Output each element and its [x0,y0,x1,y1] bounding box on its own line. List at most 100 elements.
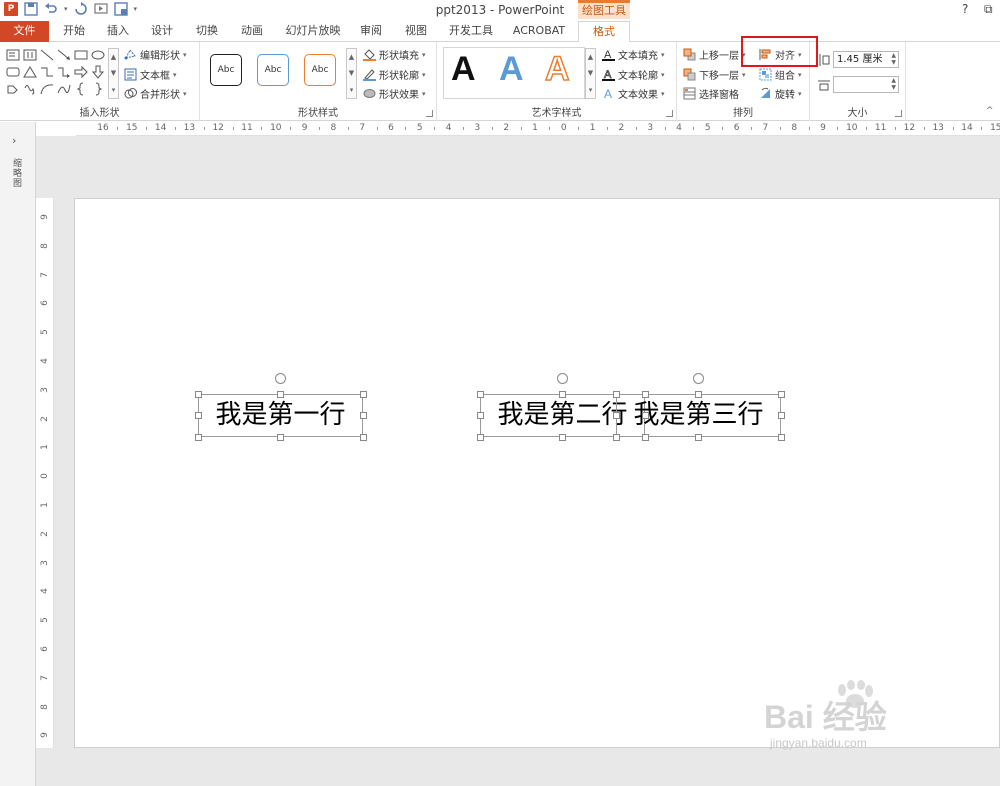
arc-shape-icon[interactable] [40,82,54,96]
right-arrow-shape-icon[interactable] [74,65,88,79]
elbow-connector-shape-icon[interactable] [40,65,54,79]
text-fill-button[interactable]: A 文本填充 ▾ [602,47,665,62]
resize-handle[interactable] [194,433,202,441]
wordart-dialog-launcher[interactable] [666,110,673,117]
shapes-gallery-scroll[interactable]: ▲ ▼ ▾ [108,48,119,99]
down-arrow-shape-icon[interactable] [91,65,105,79]
rotate-handle-icon[interactable] [693,373,704,384]
wordart-style-blue[interactable]: A [499,50,524,89]
text-box-button[interactable]: 文本框 ▾ [124,67,177,82]
expand-thumbnails-icon[interactable]: › [12,134,16,147]
resize-handle[interactable] [612,390,620,398]
tab-transitions[interactable]: 切换 [191,21,223,42]
edit-shape-button[interactable]: 编辑形状 ▾ [124,47,187,62]
shape-style-orange-outline[interactable]: Abc [304,54,336,86]
tab-home[interactable]: 开始 [58,21,90,42]
rounded-rect-shape-icon[interactable] [6,65,20,79]
arrow-line-shape-icon[interactable] [57,48,71,62]
resize-handle[interactable] [194,390,202,398]
resize-handle[interactable] [559,390,566,398]
merge-shapes-button[interactable]: 合并形状 ▾ [124,86,187,101]
resize-handle[interactable] [612,433,620,441]
tab-acrobat[interactable]: ACROBAT [508,21,570,42]
rotate-handle-icon[interactable] [557,373,568,384]
group-button[interactable]: 组合 ▾ [759,67,802,82]
shapes-gallery[interactable] [6,48,106,100]
resize-handle[interactable] [641,412,649,419]
shape-outline-button[interactable]: 形状轮廓 ▾ [363,67,426,82]
tab-review[interactable]: 审阅 [355,21,387,42]
left-brace-shape-icon[interactable] [74,82,88,96]
slide[interactable]: 我是第一行 我是第二行 我是第三行 [74,198,1000,748]
resize-handle[interactable] [777,412,785,419]
height-spinner[interactable]: ▲ ▼ [891,52,896,66]
line-shape-icon[interactable] [40,48,54,62]
resize-handle[interactable] [777,433,785,441]
resize-handle[interactable] [612,412,620,419]
tab-file[interactable]: 文件 [0,21,49,42]
resize-handle[interactable] [695,433,702,441]
tab-animations[interactable]: 动画 [236,21,268,42]
resize-handle[interactable] [476,412,484,419]
text-effects-button[interactable]: A 文本效果 ▾ [602,86,665,101]
resize-handle[interactable] [476,433,484,441]
shape-width-input[interactable]: ▲ ▼ [833,76,899,93]
resize-handle[interactable] [641,390,649,398]
resize-handle[interactable] [777,390,785,398]
tab-design[interactable]: 设计 [146,21,178,42]
resize-handle[interactable] [641,433,649,441]
scroll-down-icon[interactable]: ▼ [349,69,354,77]
shape-effects-button[interactable]: 形状效果 ▾ [363,86,426,101]
resize-handle[interactable] [359,412,367,419]
gallery-expand-icon[interactable]: ▾ [112,86,116,94]
triangle-shape-icon[interactable] [23,65,37,79]
tab-view[interactable]: 视图 [400,21,432,42]
scroll-up-icon[interactable]: ▲ [111,53,116,61]
help-button[interactable]: ? [962,2,968,16]
send-backward-button[interactable]: 下移一层 ▾ [683,67,746,82]
resize-handle[interactable] [194,412,202,419]
scroll-down-icon[interactable]: ▼ [588,69,593,77]
curve-shape-icon[interactable] [57,82,71,96]
gallery-expand-icon[interactable]: ▾ [589,86,593,94]
restore-ribbon-button[interactable]: ⧉ [984,2,993,17]
bring-forward-button[interactable]: 上移一层 ▾ [683,47,746,62]
scribble-shape-icon[interactable] [23,82,37,96]
tab-developer[interactable]: 开发工具 [446,21,496,42]
width-spinner[interactable]: ▲ ▼ [891,77,896,91]
vertical-textbox-shape-icon[interactable] [23,48,37,62]
rotate-handle-icon[interactable] [275,373,286,384]
textbox-1[interactable]: 我是第一行 [198,394,363,437]
tab-insert[interactable]: 插入 [102,21,134,42]
rectangle-shape-icon[interactable] [74,48,88,62]
resize-handle[interactable] [277,390,284,398]
shape-styles-gallery-scroll[interactable]: ▲ ▼ ▾ [346,48,357,99]
resize-handle[interactable] [277,433,284,441]
collapse-ribbon-icon[interactable]: ^ [986,106,994,116]
shape-fill-button[interactable]: 形状填充 ▾ [363,47,426,62]
textbox-shape-icon[interactable] [6,48,20,62]
elbow-arrow-shape-icon[interactable] [57,65,71,79]
wordart-style-orange-outline[interactable]: A [544,49,570,89]
text-outline-button[interactable]: A 文本轮廓 ▾ [602,67,665,82]
resize-handle[interactable] [559,433,566,441]
wordart-style-black[interactable]: A [451,50,476,89]
scroll-up-icon[interactable]: ▲ [588,53,593,61]
tab-slideshow[interactable]: 幻灯片放映 [283,21,343,42]
shape-style-blue-outline[interactable]: Abc [257,54,289,86]
size-dialog-launcher[interactable] [895,110,902,117]
right-brace-shape-icon[interactable] [91,82,105,96]
wordart-gallery-scroll[interactable]: ▲ ▼ ▾ [585,48,596,99]
freeform-shape-icon[interactable] [6,82,20,96]
selection-pane-button[interactable]: 选择窗格 [683,86,739,101]
gallery-expand-icon[interactable]: ▾ [350,86,354,94]
resize-handle[interactable] [359,390,367,398]
resize-handle[interactable] [695,390,702,398]
shape-styles-dialog-launcher[interactable] [426,110,433,117]
shape-style-dark-outline[interactable]: Abc [210,54,242,86]
textbox-1-text[interactable]: 我是第一行 [199,395,362,436]
scroll-up-icon[interactable]: ▲ [349,53,354,61]
oval-shape-icon[interactable] [91,48,105,62]
resize-handle[interactable] [359,433,367,441]
scroll-down-icon[interactable]: ▼ [111,69,116,77]
